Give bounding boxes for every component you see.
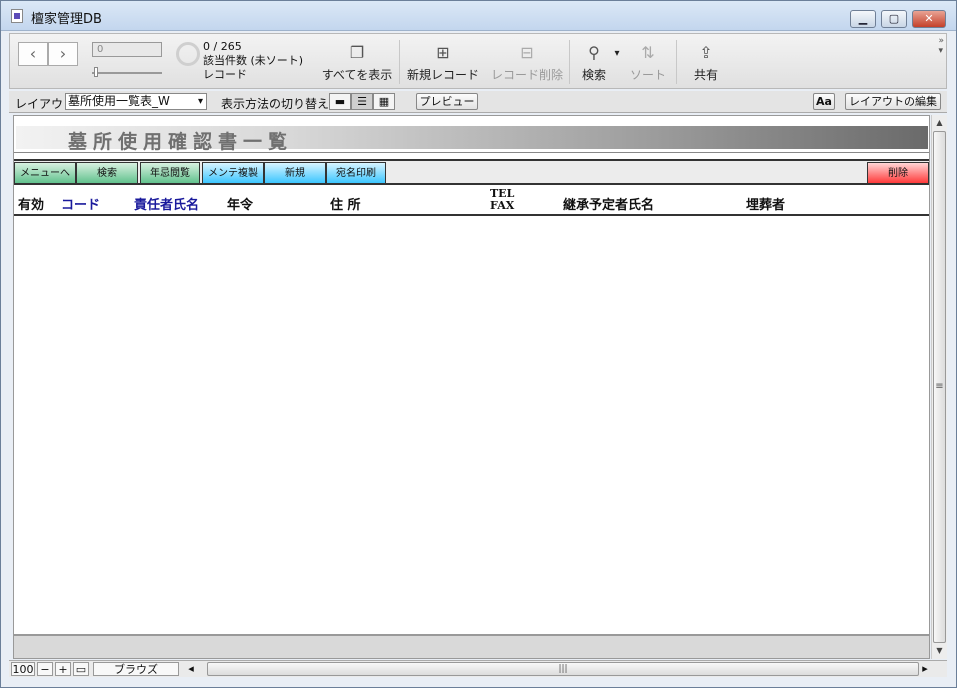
add-icon: ⊞ <box>436 43 450 62</box>
delete-icon: ⊟ <box>520 43 534 62</box>
layout-button-row: メニューへ 検索 年忌閲覧 メンテ複製 新規 宛名印刷 削除 <box>14 159 929 185</box>
column-tel-fax: TEL FAX <box>490 188 514 212</box>
title-bar: 檀家管理DB ▁ ▢ ✕ <box>1 1 956 31</box>
found-info: 0 / 265 該当件数 (未ソート) レコード <box>203 40 303 82</box>
new-record-button[interactable]: ⊞ 新規レコード <box>404 40 482 83</box>
previous-record-button[interactable]: ‹ <box>18 42 48 66</box>
toolbar-separator <box>399 40 400 84</box>
next-record-button[interactable]: › <box>48 42 78 66</box>
show-all-button[interactable]: ❐ すべてを表示 <box>318 40 396 83</box>
header-banner: 墓所使用確認書一覧 <box>16 126 928 153</box>
mode-label[interactable]: ブラウズ <box>93 662 179 676</box>
column-age: 年令 <box>227 198 254 213</box>
sort-label: ソート <box>629 68 666 82</box>
zoom-out-icon[interactable]: − <box>37 662 53 676</box>
layout-content: 墓所使用確認書一覧 メニューへ 検索 年忌閲覧 メンテ複製 新規 宛名印刷 削除… <box>13 115 930 635</box>
found-set-pie-icon <box>176 42 200 66</box>
vertical-scroll-thumb[interactable]: ≡ <box>933 131 946 643</box>
page-title: 墓所使用確認書一覧 <box>68 131 294 153</box>
search-icon: ⚲ <box>588 43 600 62</box>
column-responsible-name[interactable]: 責任者氏名 <box>134 194 199 213</box>
layout-select[interactable]: 墓所使用一覧表_W <box>65 93 207 110</box>
find-dropdown-chevron-icon[interactable]: ▾ <box>612 48 622 59</box>
scroll-up-arrow-icon[interactable]: ▲ <box>932 115 947 130</box>
sort-button[interactable]: ⇅ ソート <box>628 40 668 83</box>
zoom-in-icon[interactable]: + <box>55 662 71 676</box>
column-address: 住 所 <box>330 198 361 213</box>
edit-layout-button[interactable]: レイアウトの編集 <box>845 93 941 110</box>
menu-button[interactable]: メニューへ <box>14 162 76 184</box>
vertical-scrollbar[interactable]: ▲ ≡ ▼ <box>931 115 947 659</box>
scroll-down-arrow-icon[interactable]: ▼ <box>932 643 947 658</box>
status-toolbar: ‹ › 0 0 / 265 該当件数 (未ソート) レコード ❐ すべてを表示 … <box>9 33 947 89</box>
close-button[interactable]: ✕ <box>912 10 946 28</box>
found-label: 該当件数 (未ソート) <box>203 54 304 67</box>
record-slider[interactable] <box>92 72 162 74</box>
found-count: 0 / 265 <box>203 40 242 53</box>
share-icon: ⇪ <box>699 43 713 62</box>
form-view-icon[interactable]: ▬ <box>329 93 351 110</box>
app-window: 檀家管理DB ▁ ▢ ✕ ‹ › 0 0 / 265 該当件数 (未ソート) レ… <box>0 0 957 688</box>
status-bar: 100 − + ▭ ブラウズ ◂ ||| ▸ <box>9 660 947 677</box>
column-headers: 有効 コード 責任者氏名 年令 住 所 TEL FAX 継承予定者氏名 埋葬者 <box>14 188 929 216</box>
record-number-field[interactable]: 0 <box>92 42 162 57</box>
scroll-right-arrow-icon[interactable]: ▸ <box>919 662 931 676</box>
share-label: 共有 <box>693 68 718 82</box>
toolbar-separator <box>569 40 570 84</box>
horizontal-scroll-thumb[interactable]: ||| <box>207 662 919 676</box>
record-slider-thumb[interactable] <box>94 67 98 77</box>
scroll-left-arrow-icon[interactable]: ◂ <box>185 662 197 676</box>
column-valid: 有効 <box>18 198 45 213</box>
column-fax: FAX <box>490 199 515 212</box>
maintenance-copy-button[interactable]: メンテ複製 <box>202 162 264 184</box>
layout-footer <box>13 635 930 659</box>
format-bar-button[interactable]: Aa <box>813 93 835 110</box>
preview-button[interactable]: プレビュー <box>416 93 478 110</box>
maximize-button[interactable]: ▢ <box>881 10 907 28</box>
record-label: レコード <box>203 68 247 81</box>
minimize-button[interactable]: ▁ <box>850 10 876 28</box>
window-title: 檀家管理DB <box>31 12 102 27</box>
address-print-button[interactable]: 宛名印刷 <box>326 162 386 184</box>
new-record-label: 新規レコード <box>406 68 479 82</box>
memorial-view-button[interactable]: 年忌閲覧 <box>140 162 200 184</box>
delete-record-label: レコード削除 <box>490 68 563 82</box>
toolbar-separator <box>676 40 677 84</box>
find-button[interactable]: ⚲ 検索 <box>576 40 612 83</box>
app-icon <box>11 9 23 23</box>
delete-record-button[interactable]: ⊟ レコード削除 <box>488 40 566 83</box>
view-as-label: 表示方法の切り替え: <box>221 97 334 111</box>
zoom-level[interactable]: 100 <box>11 662 35 676</box>
list-view-icon[interactable]: ☰ <box>351 93 373 110</box>
search-button[interactable]: 検索 <box>76 162 138 184</box>
sort-icon: ⇅ <box>641 43 655 62</box>
layout-bar: レイアウト: 墓所使用一覧表_W 表示方法の切り替え: ▬ ☰ ▦ プレビュー … <box>9 91 947 113</box>
toolbar-overflow-icon[interactable]: » ▾ <box>938 36 944 56</box>
column-code[interactable]: コード <box>61 194 100 213</box>
find-label: 検索 <box>581 68 606 82</box>
column-successor-name: 継承予定者氏名 <box>563 198 655 213</box>
divider <box>14 152 929 153</box>
toggle-toolbar-icon[interactable]: ▭ <box>73 662 89 676</box>
new-button[interactable]: 新規 <box>264 162 326 184</box>
show-all-icon: ❐ <box>349 43 365 62</box>
column-buried: 埋葬者 <box>746 198 786 213</box>
delete-button[interactable]: 削除 <box>867 162 929 184</box>
show-all-label: すべてを表示 <box>321 68 393 82</box>
table-view-icon[interactable]: ▦ <box>373 93 395 110</box>
share-button[interactable]: ⇪ 共有 <box>686 40 726 83</box>
